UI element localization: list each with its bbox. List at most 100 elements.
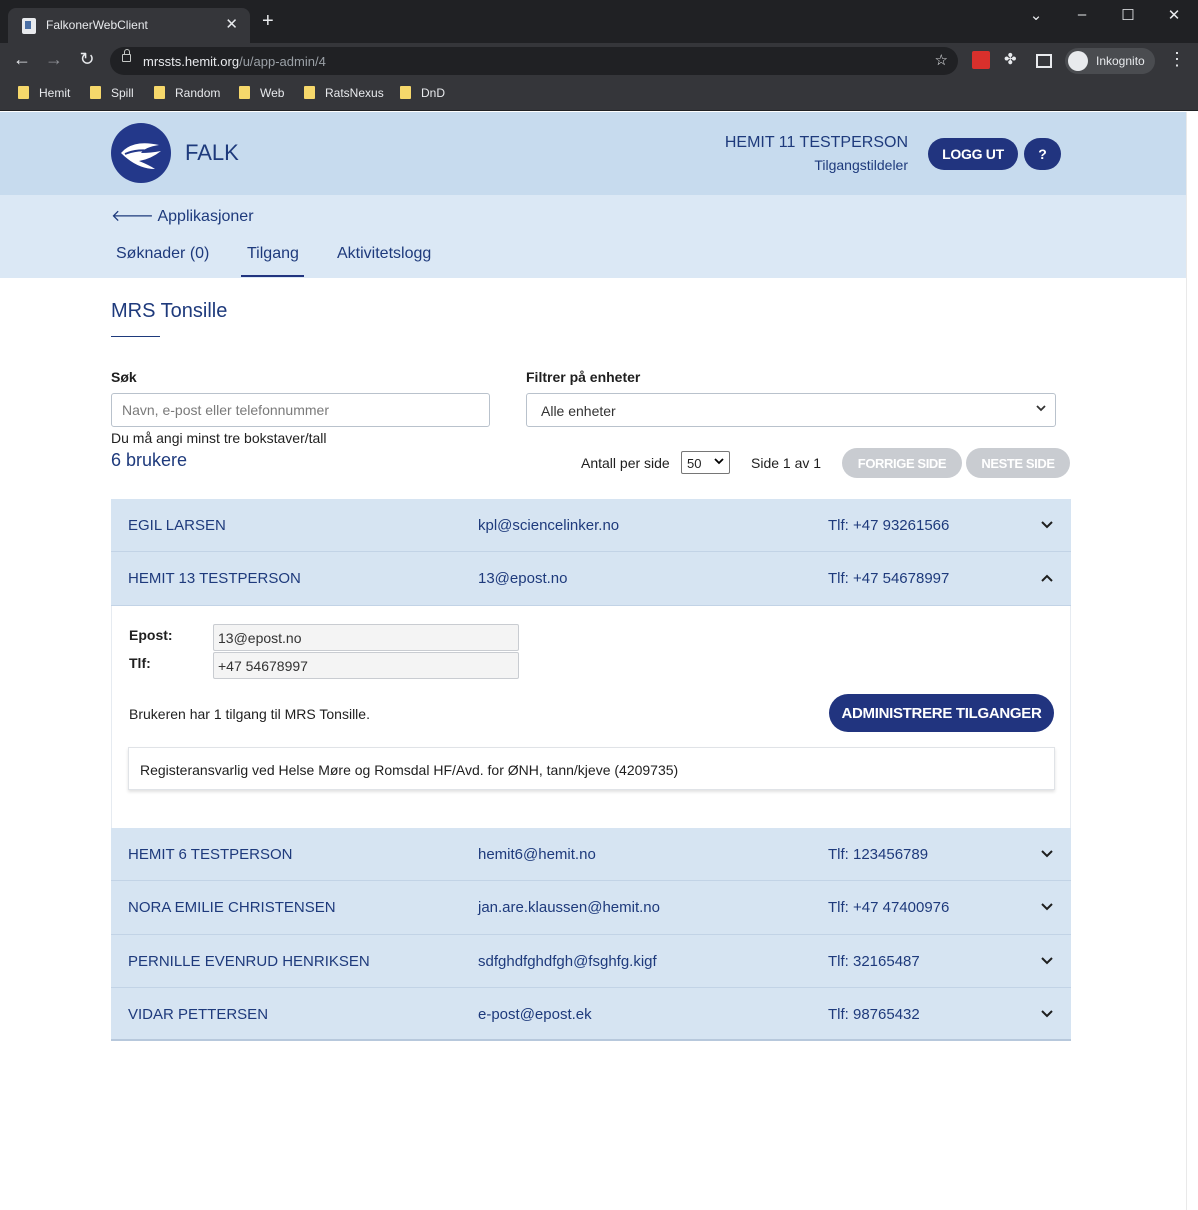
user-phone: Tlf: 98765432 xyxy=(828,1006,920,1023)
browser-menu-icon[interactable]: ⋮ xyxy=(1168,49,1186,70)
next-page-button[interactable]: NESTE SIDE xyxy=(966,448,1070,478)
tab-search-icon[interactable]: ⌄ xyxy=(1026,6,1046,24)
folder-icon xyxy=(304,86,315,99)
folder-icon xyxy=(18,86,29,99)
user-phone: Tlf: +47 93261566 xyxy=(828,517,950,534)
current-user-name: HEMIT 11 TESTPERSON xyxy=(724,134,908,151)
per-page-select[interactable]: 50 xyxy=(681,451,730,474)
bookmark-dnd[interactable]: DnD xyxy=(400,86,445,100)
chevron-down-icon[interactable] xyxy=(1037,951,1057,971)
user-name: PERNILLE EVENRUD HENRIKSEN xyxy=(128,953,370,970)
chevron-down-icon[interactable] xyxy=(1037,515,1057,535)
app-header: FALK HEMIT 11 TESTPERSON Tilgangstildele… xyxy=(0,112,1198,195)
page-info: Side 1 av 1 xyxy=(751,455,822,471)
forward-arrow-icon[interactable]: → xyxy=(42,49,66,70)
user-row[interactable]: VIDAR PETTERSEN e-post@epost.ek Tlf: 987… xyxy=(111,988,1071,1041)
user-row[interactable]: PERNILLE EVENRUD HENRIKSEN sdfghdfghdfgh… xyxy=(111,935,1071,988)
user-name: HEMIT 6 TESTPERSON xyxy=(128,846,293,863)
bookmarks-bar: Hemit Spill Random Web RatsNexus DnD xyxy=(0,79,1198,111)
chevron-down-icon[interactable] xyxy=(1037,1004,1057,1024)
user-phone: Tlf: 123456789 xyxy=(828,846,929,863)
sub-navigation: 🡐 Applikasjoner Søknader (0) Tilgang Akt… xyxy=(0,195,1198,278)
unit-filter-select[interactable]: Alle enheter xyxy=(526,393,1056,427)
browser-tab[interactable]: FalkonerWebClient ✕ xyxy=(8,8,250,43)
user-row-expanded[interactable]: HEMIT 13 TESTPERSON 13@epost.no Tlf: +47… xyxy=(111,552,1071,606)
search-label: Søk xyxy=(111,369,137,385)
user-phone: Tlf: 32165487 xyxy=(828,953,920,970)
reload-icon[interactable]: ↻ xyxy=(75,49,99,70)
tab-soknader[interactable]: Søknader (0) xyxy=(116,245,209,263)
chevron-down-icon xyxy=(714,456,724,469)
user-email: e-post@epost.ek xyxy=(478,1006,592,1023)
title-divider xyxy=(111,336,160,337)
previous-page-button[interactable]: FORRIGE SIDE xyxy=(842,448,962,478)
chevron-down-icon xyxy=(1035,402,1047,417)
chevron-up-icon[interactable] xyxy=(1037,568,1057,588)
current-user-role: Tilgangstildeler xyxy=(814,157,908,173)
bookmark-star-icon[interactable]: ☆ xyxy=(935,51,948,69)
user-email: hemit6@hemit.no xyxy=(478,846,596,863)
user-email: 13@epost.no xyxy=(478,570,568,587)
bookmark-web[interactable]: Web xyxy=(239,86,284,100)
user-email: kpl@sciencelinker.no xyxy=(478,517,620,534)
minimize-window-icon[interactable]: – xyxy=(1072,6,1092,23)
help-button[interactable]: ? xyxy=(1024,138,1061,170)
page-scrollbar[interactable] xyxy=(1186,112,1198,1210)
tab-aktivitetslogg[interactable]: Aktivitetslogg xyxy=(337,245,431,263)
user-row[interactable]: HEMIT 6 TESTPERSON hemit6@hemit.no Tlf: … xyxy=(111,828,1071,881)
user-row[interactable]: NORA EMILIE CHRISTENSEN jan.are.klaussen… xyxy=(111,881,1071,935)
email-field: 13@epost.no xyxy=(213,624,519,651)
access-count-text: Brukeren har 1 tilgang til MRS Tonsille. xyxy=(129,706,370,722)
bookmark-ratsnexus[interactable]: RatsNexus xyxy=(304,86,384,100)
folder-icon xyxy=(90,86,101,99)
back-to-applications-link[interactable]: 🡐 Applikasjoner xyxy=(111,205,254,226)
user-phone: Tlf: +47 47400976 xyxy=(828,899,950,916)
bookmark-hemit[interactable]: Hemit xyxy=(18,86,70,100)
user-count: 6 brukere xyxy=(111,450,188,470)
phone-field: +47 54678997 xyxy=(213,652,519,679)
maximize-window-icon[interactable]: ☐ xyxy=(1118,6,1138,24)
user-list: EGIL LARSEN kpl@sciencelinker.no Tlf: +4… xyxy=(111,499,1071,1041)
back-arrow-icon[interactable]: ← xyxy=(10,49,34,70)
user-row[interactable]: EGIL LARSEN kpl@sciencelinker.no Tlf: +4… xyxy=(111,499,1071,552)
close-tab-icon[interactable]: ✕ xyxy=(225,15,238,33)
extensions-puzzle-icon[interactable]: ✤ xyxy=(1004,50,1022,68)
filter-label: Filtrer på enheter xyxy=(526,369,641,385)
page-favicon-icon xyxy=(22,18,36,34)
side-panel-icon[interactable] xyxy=(1036,54,1052,68)
browser-tab-title: FalkonerWebClient xyxy=(46,18,148,32)
access-item-text: Registeransvarlig ved Helse Møre og Roms… xyxy=(140,762,679,778)
filter-selected-value: Alle enheter xyxy=(541,403,616,419)
extension-icon[interactable] xyxy=(972,51,990,69)
falk-logo-icon[interactable] xyxy=(111,123,171,183)
active-tab-indicator xyxy=(241,275,304,277)
user-phone: Tlf: +47 54678997 xyxy=(828,570,950,587)
new-tab-icon[interactable]: + xyxy=(262,11,274,31)
user-email: jan.are.klaussen@hemit.no xyxy=(478,899,660,916)
address-bar[interactable]: mrssts.hemit.org/u/app-admin/4 ☆ xyxy=(110,47,958,75)
per-page-label: Antall per side xyxy=(581,455,670,471)
logout-button[interactable]: LOGG UT xyxy=(928,138,1018,170)
lock-icon xyxy=(122,49,131,62)
manage-access-button[interactable]: ADMINISTRERE TILGANGER xyxy=(829,694,1054,732)
bookmark-spill[interactable]: Spill xyxy=(90,86,134,100)
close-window-icon[interactable]: ✕ xyxy=(1164,6,1184,24)
incognito-icon xyxy=(1068,51,1088,71)
user-name: EGIL LARSEN xyxy=(128,517,226,534)
user-email: sdfghdfghdfgh@fsghfg.kigf xyxy=(478,953,657,970)
chevron-down-icon[interactable] xyxy=(1037,897,1057,917)
user-detail-panel: Epost: 13@epost.no Tlf: +47 54678997 Bru… xyxy=(111,606,1071,828)
search-input[interactable] xyxy=(111,393,490,427)
arrow-left-icon: 🡐 xyxy=(111,208,154,225)
chevron-down-icon[interactable] xyxy=(1037,844,1057,864)
folder-icon xyxy=(400,86,411,99)
page-title: MRS Tonsille xyxy=(111,300,228,322)
incognito-indicator[interactable]: Inkognito xyxy=(1065,48,1155,74)
phone-label: Tlf: xyxy=(129,655,151,671)
tab-tilgang[interactable]: Tilgang xyxy=(247,245,299,263)
browser-toolbar: ← → ↻ mrssts.hemit.org/u/app-admin/4 ☆ ✤… xyxy=(0,43,1198,79)
per-page-value: 50 xyxy=(687,456,702,471)
user-name: VIDAR PETTERSEN xyxy=(128,1006,269,1023)
bookmark-random[interactable]: Random xyxy=(154,86,220,100)
folder-icon xyxy=(239,86,250,99)
